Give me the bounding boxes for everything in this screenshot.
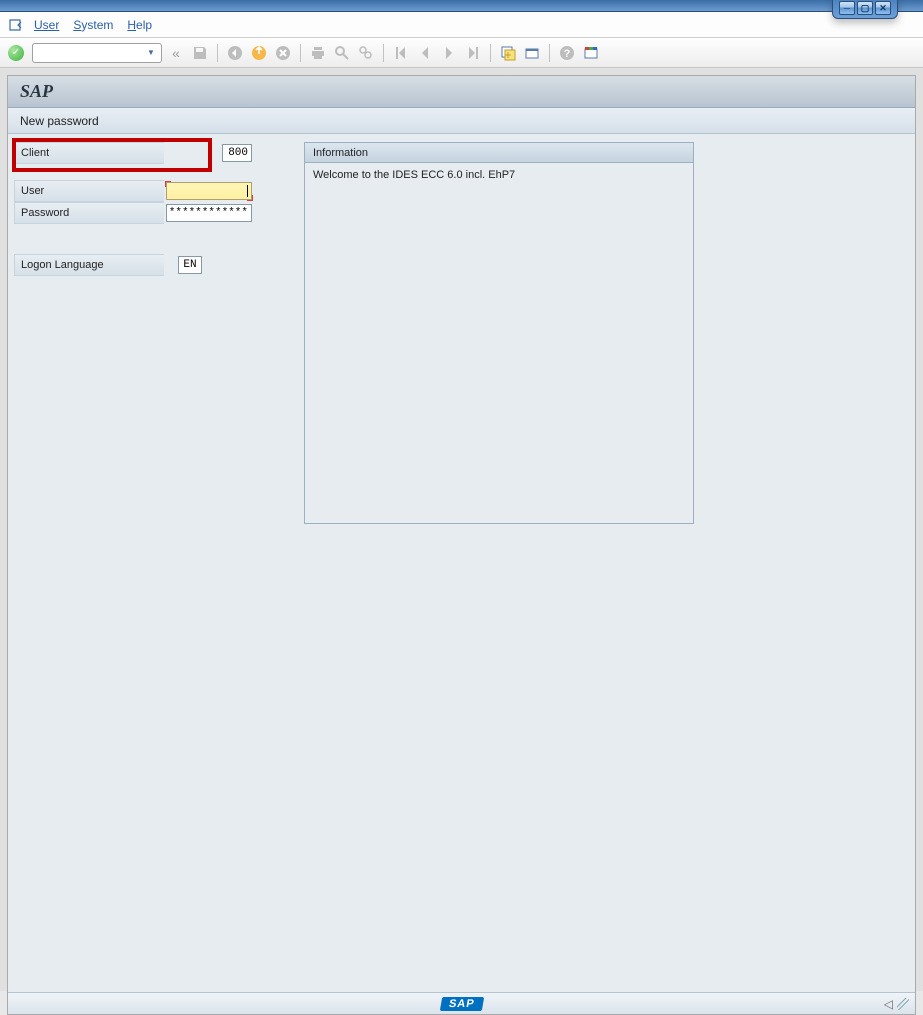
password-label: Password [14,202,164,224]
statusbar: SAP ◁ [8,992,915,1014]
maximize-button[interactable]: ▢ [857,1,873,15]
menu-indicator-icon [8,17,24,33]
language-label: Logon Language [14,254,164,276]
client-label: Client [14,142,164,164]
print-icon [308,43,328,63]
close-button[interactable]: ✕ [875,1,891,15]
find-icon [332,43,352,63]
find-next-icon [356,43,376,63]
separator [383,44,384,62]
menu-user[interactable]: User [34,18,59,32]
info-panel: Information Welcome to the IDES ECC 6.0 … [304,142,694,524]
save-icon [190,43,210,63]
minimize-button[interactable]: ─ [839,1,855,15]
client-input[interactable]: 800 [222,144,252,162]
local-layout-icon[interactable] [581,43,601,63]
sap-logo-icon: SAP [439,997,483,1011]
app-title: SAP [8,76,915,108]
menu-system[interactable]: System [73,18,113,32]
first-page-icon [391,43,411,63]
new-session-icon[interactable] [498,43,518,63]
collapse-status-icon[interactable]: ◁ [884,997,893,1011]
new-password-link[interactable]: New password [8,108,915,134]
text-caret-icon [247,185,248,197]
dropdown-arrow-icon[interactable]: ▼ [143,45,159,61]
password-row: Password ************ [14,202,254,224]
info-body: Welcome to the IDES ECC 6.0 incl. EhP7 [305,163,693,523]
info-header: Information [305,143,693,163]
separator [490,44,491,62]
language-input[interactable]: EN [178,256,202,274]
user-row: User [14,180,254,202]
language-row: Logon Language EN [14,254,254,276]
help-icon: ? [557,43,577,63]
user-label: User [14,180,164,202]
window-controls: ─ ▢ ✕ [832,0,898,19]
separator [300,44,301,62]
client-area: SAP New password Client 800 User Passwor… [7,75,916,1015]
separator [217,44,218,62]
back-icon [225,43,245,63]
client-row: Client 800 [14,142,254,164]
collapse-toolbar-icon[interactable]: « [166,43,186,63]
sap-window: ─ ▢ ✕ User System Help ✓ ▼ « [0,0,923,991]
cancel-icon [273,43,293,63]
prev-page-icon [415,43,435,63]
password-input[interactable]: ************ [166,204,252,222]
logon-form: Client 800 User Password ************ Lo… [14,142,254,524]
status-right: ◁ [884,997,909,1011]
next-page-icon [439,43,459,63]
toolbar: ✓ ▼ « [0,38,923,68]
separator [549,44,550,62]
command-field[interactable]: ▼ [32,43,162,63]
enter-ok-icon[interactable]: ✓ [8,45,24,61]
last-page-icon [463,43,483,63]
menubar: User System Help [0,12,923,38]
create-shortcut-icon[interactable] [522,43,542,63]
user-input[interactable] [166,182,252,200]
body-area: Client 800 User Password ************ Lo… [8,134,915,532]
svg-text:?: ? [564,48,571,60]
titlebar: ─ ▢ ✕ [0,0,923,12]
menu-help[interactable]: Help [127,18,152,32]
exit-icon[interactable] [249,43,269,63]
resize-grip-icon[interactable] [897,998,909,1010]
